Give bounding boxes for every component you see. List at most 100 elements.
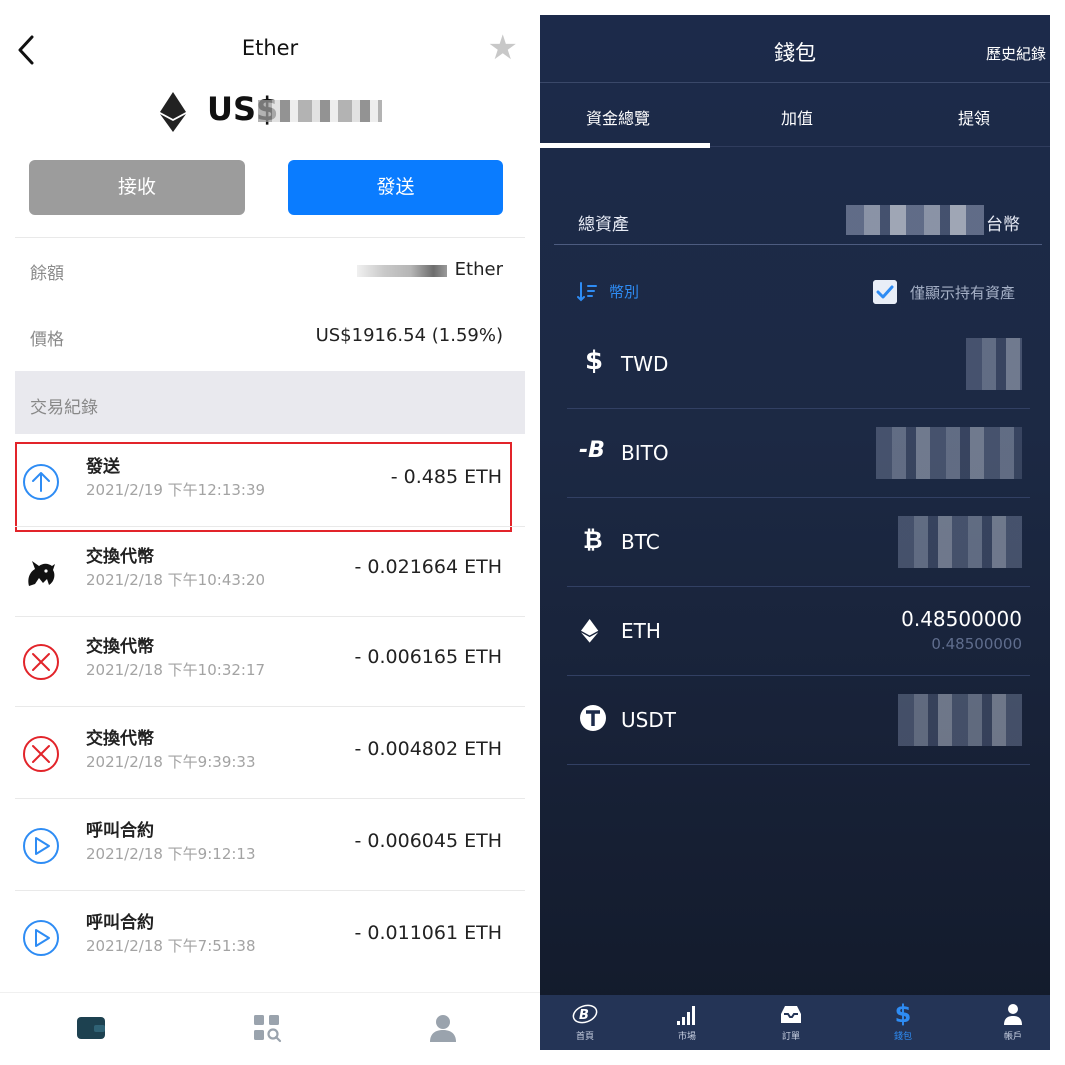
transaction-type: 交換代幣 [86,729,154,749]
transaction-amount: - 0.011061 ETH [354,922,503,944]
history-link[interactable]: 歷史紀錄 [986,43,1046,64]
transaction-amount: - 0.006045 ETH [354,830,503,852]
transaction-time: 2021/2/18 下午9:39:33 [86,753,256,771]
right-header: 錢包 歷史紀錄 [540,15,1050,83]
favorite-star-icon[interactable]: ★ [488,30,518,66]
divider [15,237,525,238]
transaction-amount: - 0.021664 ETH [354,556,503,578]
person-icon [1004,1004,1022,1025]
total-assets-redacted [846,205,984,235]
transaction-time: 2021/2/18 下午9:12:13 [86,845,256,863]
coin-symbol: BTC [621,530,660,554]
tab-orders[interactable]: 訂單 [756,1001,826,1042]
divider [15,706,525,707]
transaction-time: 2021/2/18 下午10:43:20 [86,571,266,589]
tab-label: 帳戶 [1003,1032,1022,1042]
divider [15,890,525,891]
send-button[interactable]: 發送 [288,160,503,215]
tab-label: 訂單 [781,1032,800,1042]
tab-account[interactable]: 帳戶 [978,1001,1048,1042]
transaction-row[interactable]: 交換代幣 2021/2/18 下午9:39:33 - 0.004802 ETH [15,708,525,798]
tether-icon [580,705,606,731]
transaction-type: 交換代幣 [86,637,154,657]
transaction-row[interactable]: 交換代幣 2021/2/18 下午10:32:17 - 0.006165 ETH [15,616,525,706]
total-assets-row: 總資產 台幣 [554,205,1042,245]
wallet-tabs: 資金總覽 加值 提領 [540,83,1050,148]
left-wallet-panel: Ether ★ US$ 接收 發送 餘額 Ether 價格 US$1916.54… [0,0,540,1065]
signal-bars-icon [677,1006,695,1025]
coin-row-bito[interactable]: -B BITO [567,409,1030,498]
dollar-icon: $ [894,1000,912,1028]
play-circle-icon [23,828,59,864]
coin-row-eth[interactable]: ETH 0.48500000 0.48500000 [567,587,1030,676]
highlight-box [15,442,512,532]
total-assets-currency: 台幣 [986,215,1020,235]
divider [15,798,525,799]
price-row: 價格 US$1916.54 (1.59%) [15,307,525,367]
coin-symbol: USDT [621,708,676,732]
receive-button[interactable]: 接收 [29,160,245,215]
transaction-type: 呼叫合約 [86,913,154,933]
transaction-amount: - 0.004802 ETH [354,738,503,760]
transaction-time: 2021/2/18 下午10:32:17 [86,661,266,679]
left-header: Ether ★ [0,22,540,78]
dollar-icon: $ [585,346,604,376]
page-title: Ether [241,36,299,60]
transaction-time: 2021/2/18 下午7:51:38 [86,937,256,955]
tab-label: 錢包 [893,1032,912,1042]
balance-row: 餘額 Ether [15,241,525,301]
ethereum-icon [581,619,599,643]
play-circle-icon [23,920,59,956]
apps-search-icon[interactable] [250,1011,284,1045]
transaction-type: 呼叫合約 [86,821,154,841]
sort-label[interactable]: 幣別 [609,281,639,302]
tab-deposit[interactable]: 加值 [781,105,813,129]
active-tab-indicator [540,143,710,148]
balance-header: US$ [0,88,540,134]
tab-label: 市場 [677,1032,696,1042]
coin-amount-redacted [876,427,1022,479]
svg-text:B: B [579,1008,589,1023]
transaction-history-label: 交易紀錄 [30,398,98,418]
coin-row-twd[interactable]: $ TWD [567,320,1030,409]
price-value: US$1916.54 (1.59%) [315,325,503,346]
x-circle-icon [23,644,59,680]
coin-amount-redacted [966,338,1022,390]
transaction-row[interactable]: 呼叫合約 2021/2/18 下午9:12:13 - 0.006045 ETH [15,800,525,890]
ethereum-icon [160,92,186,132]
tab-label: 首頁 [575,1032,594,1042]
tab-overview[interactable]: 資金總覽 [586,105,650,129]
bitcoin-icon: ₿ [583,526,603,554]
bito-icon: -B [579,438,605,463]
home-logo-icon: B [572,1004,598,1024]
wallet-icon[interactable] [74,1011,108,1045]
transaction-row[interactable]: 呼叫合約 2021/2/18 下午7:51:38 - 0.011061 ETH [15,892,525,982]
x-circle-icon [23,736,59,772]
tab-home[interactable]: B 首頁 [550,1001,620,1042]
page-title: 錢包 [774,41,816,65]
transaction-type: 交換代幣 [86,547,154,567]
coin-row-btc[interactable]: ₿ BTC [567,498,1030,587]
filter-row: 幣別 僅顯示持有資產 [540,277,1050,313]
coin-amount-redacted [898,694,1022,746]
balance-label: 餘額 [30,264,64,284]
coin-amount-redacted [898,516,1022,568]
coin-symbol: ETH [621,619,661,643]
bottom-tab-bar: B 首頁 市場 訂單 $ 錢包 帳戶 [540,995,1050,1050]
coin-row-usdt[interactable]: USDT [567,676,1030,765]
bottom-tab-bar [0,992,540,1065]
transaction-history-header: 交易紀錄 [15,371,525,434]
inbox-icon [781,1006,801,1023]
coin-sub-amount: 0.48500000 [931,635,1022,653]
person-icon[interactable] [426,1011,460,1045]
tab-wallet[interactable]: $ 錢包 [868,1001,938,1042]
tab-market[interactable]: 市場 [652,1001,722,1042]
holdings-only-checkbox[interactable] [873,280,897,304]
coin-symbol: BITO [621,441,669,465]
tab-withdraw[interactable]: 提領 [958,105,990,129]
sort-icon[interactable] [577,281,599,303]
transaction-amount: - 0.006165 ETH [354,646,503,668]
holdings-only-label[interactable]: 僅顯示持有資產 [910,282,1015,303]
transaction-row[interactable]: 交換代幣 2021/2/18 下午10:43:20 - 0.021664 ETH [15,526,525,616]
coin-symbol: TWD [621,352,669,376]
